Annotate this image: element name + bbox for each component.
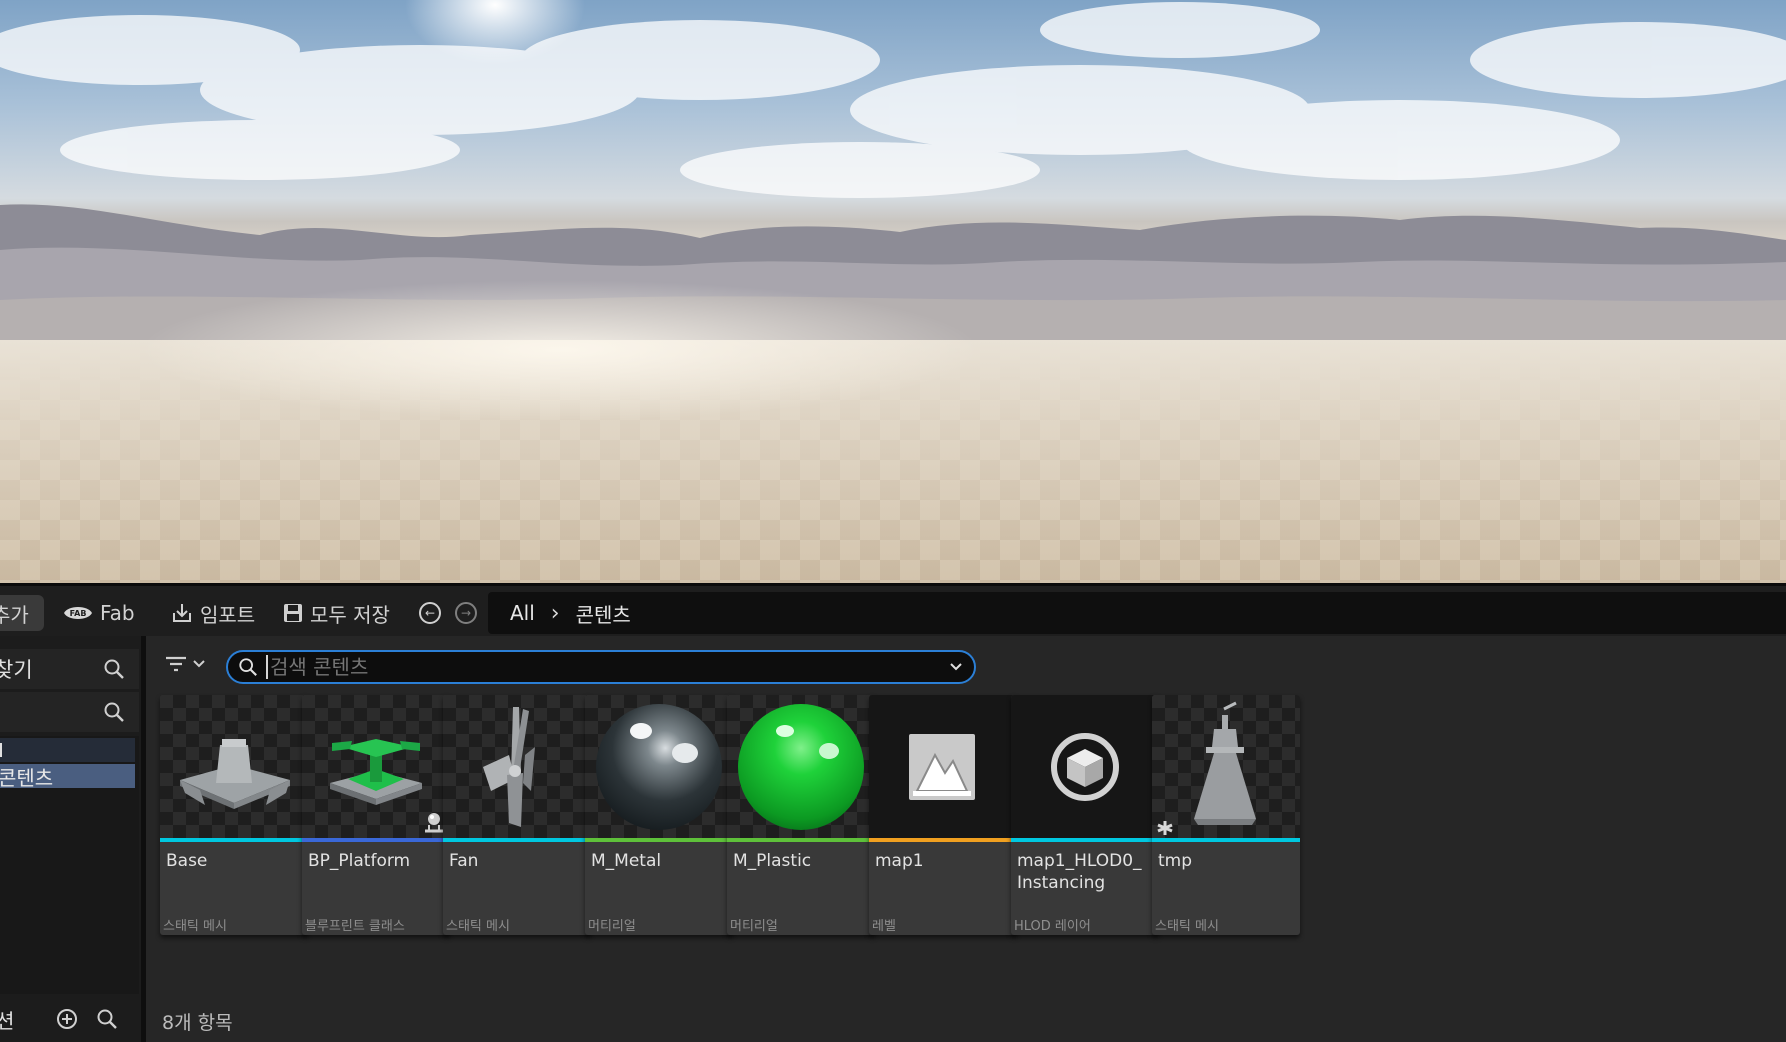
static-mesh-tmp-icon: [1194, 701, 1256, 825]
asset-type: 머티리얼: [588, 919, 636, 934]
asset-name: M_Metal: [591, 851, 662, 871]
history-back-icon[interactable]: ←: [419, 602, 441, 624]
asset-name: M_Plastic: [733, 851, 812, 871]
asset-thumbnail: [443, 695, 591, 838]
asset-tile-fan[interactable]: Fan 스태틱 메시: [443, 695, 591, 935]
asset-view: Base 스태틱 메시 BP_Platform 블루프: [146, 636, 1786, 1042]
add-button[interactable]: 추가: [0, 595, 44, 631]
asset-type: HLOD 레이어: [1014, 919, 1091, 934]
asset-type-bar: [443, 838, 591, 842]
item-count-status: 8개 항목: [162, 1012, 233, 1034]
hlod-cube-icon: [1051, 733, 1119, 801]
import-button[interactable]: 임포트: [170, 595, 255, 631]
asterisk-modified-icon: [1157, 821, 1173, 835]
asset-name: tmp: [1158, 851, 1193, 871]
static-mesh-fan-icon: [483, 707, 535, 827]
asset-thumbnail: [1152, 695, 1300, 838]
collections-label: 션: [0, 1008, 15, 1033]
asset-type-bar: [585, 838, 733, 842]
asset-type: 스태틱 메시: [446, 919, 510, 934]
level-mountain-icon: [909, 734, 975, 800]
asset-tile-bp-platform[interactable]: BP_Platform 블루프린트 클래스: [302, 695, 450, 935]
asset-tile-hlod-layer[interactable]: map1_HLOD0_ Instancing HLOD 레이어: [1011, 695, 1159, 935]
asset-type-bar: [869, 838, 1017, 842]
tree-item-content[interactable]: 콘텐츠: [0, 764, 135, 790]
add-collection-icon[interactable]: [56, 1008, 78, 1030]
actor-pawn-icon: [425, 813, 443, 833]
asset-type-bar: [727, 838, 875, 842]
filter-button[interactable]: [164, 650, 218, 678]
asset-type: 머티리얼: [730, 919, 778, 934]
material-metal-sphere-icon: [596, 704, 722, 830]
search-icon: [239, 658, 257, 676]
save-all-button[interactable]: 모두 저장: [282, 595, 390, 631]
asset-type: 스태틱 메시: [163, 919, 227, 934]
breadcrumb-chevron-icon[interactable]: ›: [551, 601, 560, 626]
fab-button-label: Fab: [100, 601, 135, 625]
content-browser-toolbar: 추가 FAB Fab 임포트 모두 저장 ← → All › 콘텐츠: [0, 583, 1786, 636]
path-filter-row[interactable]: [0, 692, 139, 732]
asset-tile-m-metal[interactable]: M_Metal 머티리얼: [585, 695, 733, 935]
asset-name: map1_HLOD0_ Instancing: [1017, 851, 1142, 893]
asset-type-bar: [160, 838, 308, 842]
favorites-header[interactable]: 찾기: [0, 649, 139, 689]
search-history-chevron-icon[interactable]: [948, 659, 964, 675]
asset-name: Fan: [449, 851, 479, 871]
save-disk-icon: [284, 604, 302, 622]
asset-name: map1: [875, 851, 924, 871]
asset-thumbnail: [160, 695, 308, 838]
breadcrumb-all[interactable]: All: [510, 601, 535, 625]
asset-name: Base: [166, 851, 208, 871]
asset-type-bar: [302, 838, 450, 842]
asset-tile-m-plastic[interactable]: M_Plastic 머티리얼: [727, 695, 875, 935]
sources-panel: 찾기 콘텐츠 션: [0, 636, 145, 1042]
asset-thumbnail: [727, 695, 875, 838]
add-button-label: 추가: [0, 602, 29, 627]
asset-tile-base[interactable]: Base 스태틱 메시: [160, 695, 308, 935]
asset-tile-tmp[interactable]: tmp 스태틱 메시: [1152, 695, 1300, 935]
tree-item-all-marker: [0, 743, 2, 757]
favorites-label: 찾기: [0, 658, 33, 682]
asset-type-bar: [1152, 838, 1300, 842]
search-input[interactable]: [266, 655, 916, 679]
save-all-button-label: 모두 저장: [310, 602, 390, 627]
history-forward-icon[interactable]: →: [455, 602, 477, 624]
asset-thumbnail: [585, 695, 733, 838]
fab-logo-icon: FAB: [64, 607, 92, 619]
tree-item-all[interactable]: [0, 738, 135, 762]
breadcrumb-content[interactable]: 콘텐츠: [576, 599, 631, 628]
viewport-scene: [0, 0, 1786, 583]
asset-thumbnail: [1011, 695, 1159, 838]
asset-type: 스태틱 메시: [1155, 919, 1219, 934]
search-icon[interactable]: [103, 658, 125, 680]
asset-type: 레벨: [872, 919, 896, 934]
folder-tree: 콘텐츠: [0, 736, 139, 994]
filter-icon: [166, 656, 186, 672]
material-plastic-sphere-icon: [738, 704, 864, 830]
static-mesh-base-icon: [180, 739, 290, 809]
search-field[interactable]: [226, 650, 976, 684]
breadcrumb: All › 콘텐츠: [488, 592, 1786, 634]
asset-name: BP_Platform: [308, 851, 411, 871]
level-viewport[interactable]: [0, 0, 1786, 583]
search-icon[interactable]: [96, 1008, 118, 1030]
import-button-label: 임포트: [200, 602, 256, 627]
import-icon: [173, 604, 191, 622]
asset-thumbnail: [302, 695, 450, 838]
collections-header[interactable]: 션: [0, 996, 139, 1042]
svg-text:FAB: FAB: [70, 609, 87, 618]
asset-tile-map1[interactable]: map1 레벨: [869, 695, 1017, 935]
fab-button[interactable]: FAB Fab: [62, 595, 135, 631]
chevron-down-icon: [193, 660, 205, 668]
asset-thumbnail: [869, 695, 1017, 838]
asset-type: 블루프린트 클래스: [305, 919, 405, 934]
asset-type-bar: [1011, 838, 1159, 842]
search-icon[interactable]: [103, 701, 125, 723]
